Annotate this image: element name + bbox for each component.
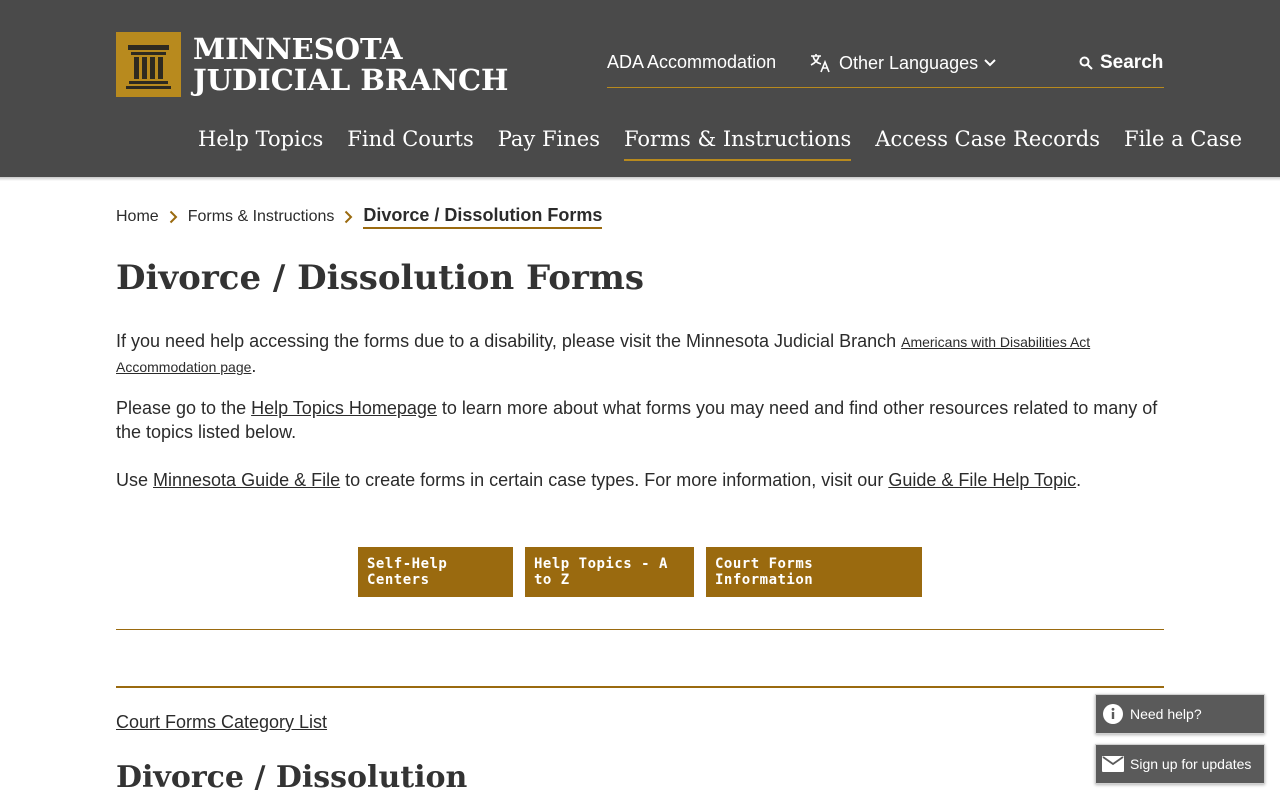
need-help-label: Need help? [1130,706,1202,722]
breadcrumb-home[interactable]: Home [116,208,159,226]
guide-file-help-topic-link[interactable]: Guide & File Help Topic [888,470,1076,490]
logo-line-1: MINNESOTA [193,31,403,66]
sign-up-label: Sign up for updates [1130,756,1252,772]
chevron-right-icon [344,210,353,224]
breadcrumb: Home Forms & Instructions Divorce / Diss… [116,205,603,229]
page-title: Divorce / Dissolution Forms [116,258,645,298]
ada-paragraph: If you need help accessing the forms due… [116,329,1166,379]
search-icon [1079,56,1093,70]
court-forms-information-button[interactable]: Court Forms Information [706,547,922,597]
court-forms-category-list-link[interactable]: Court Forms Category List [116,712,327,733]
nav-help-topics[interactable]: Help Topics [198,127,323,161]
breadcrumb-current: Divorce / Dissolution Forms [363,205,603,229]
self-help-centers-button[interactable]: Self-Help Centers [358,547,513,597]
help-topics-a-to-z-button[interactable]: Help Topics - A to Z [525,547,694,597]
sign-up-updates-button[interactable]: Sign up for updates [1095,744,1265,784]
courthouse-logo-icon [116,32,181,97]
nav-pay-fines[interactable]: Pay Fines [498,127,600,161]
utility-nav: ADA Accommodation Other Languages Search [607,50,1164,88]
p3-mid: to create forms in certain case types. F… [340,470,889,490]
p2-start: Please go to the [116,398,252,418]
main-nav: Help Topics Find Courts Pay Fines Forms … [198,127,1266,161]
ada-accommodation-link[interactable]: ADA Accommodation [607,52,776,73]
logo-line-2: JUDICIAL BRANCH [193,62,509,97]
nav-find-courts[interactable]: Find Courts [347,127,473,161]
nav-file-a-case[interactable]: File a Case [1124,127,1242,161]
ada-text: If you need help accessing the forms due… [116,331,902,351]
search-label: Search [1100,52,1164,73]
search-button[interactable]: Search [1079,52,1163,74]
other-languages-dropdown[interactable]: Other Languages [809,52,996,74]
translate-icon [809,52,833,74]
guide-file-paragraph: Use Minnesota Guide & File to create for… [116,468,1166,492]
nav-forms-instructions[interactable]: Forms & Instructions [623,127,852,161]
quick-links-buttons: Self-Help Centers Help Topics - A to Z C… [358,547,922,597]
logo-text: MINNESOTA JUDICIAL BRANCH [193,31,509,97]
other-languages-label: Other Languages [839,52,979,73]
header-shadow [0,177,1280,181]
p3-start: Use [116,470,154,490]
nav-access-case-records[interactable]: Access Case Records [875,127,1100,161]
p3-end: . [1076,470,1082,490]
need-help-button[interactable]: Need help? [1095,694,1265,734]
breadcrumb-forms[interactable]: Forms & Instructions [188,208,335,226]
chevron-down-icon [984,59,996,67]
chevron-right-icon [169,210,178,224]
guide-file-link[interactable]: Minnesota Guide & File [153,470,340,490]
info-icon [1096,704,1130,724]
divider [116,686,1164,688]
help-topics-homepage-link[interactable]: Help Topics Homepage [251,398,437,418]
help-topics-paragraph: Please go to the Help Topics Homepage to… [116,396,1166,444]
site-logo[interactable]: MINNESOTA JUDICIAL BRANCH [116,32,508,97]
divider [116,629,1164,630]
section-title: Divorce / Dissolution [116,760,468,795]
ada-text-end: . [251,356,257,376]
site-header: MINNESOTA JUDICIAL BRANCH ADA Accommodat… [0,0,1280,177]
mail-icon [1096,756,1130,772]
